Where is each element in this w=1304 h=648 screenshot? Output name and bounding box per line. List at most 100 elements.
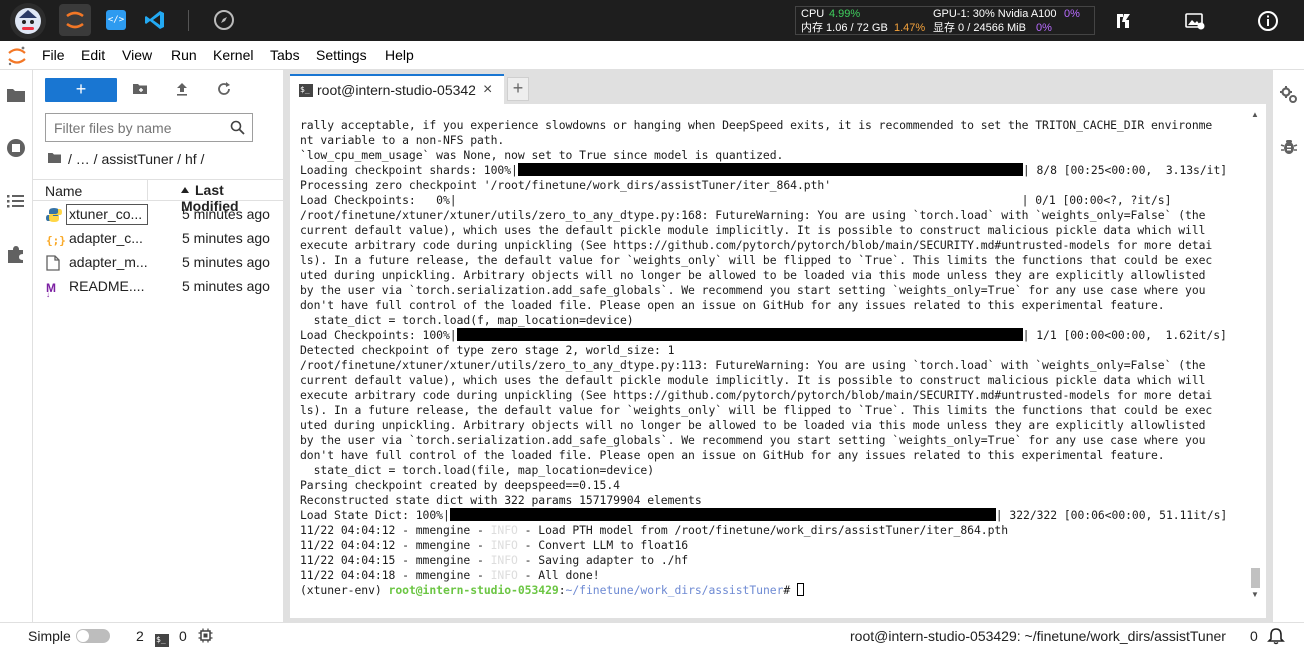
code-icon[interactable]: </> <box>106 10 126 30</box>
simple-mode-label: Simple <box>28 628 71 644</box>
progress-bar <box>449 508 996 521</box>
close-icon[interactable]: × <box>483 81 492 99</box>
terminal-line: ls). In a future release, the default va… <box>300 253 1213 267</box>
notification-count[interactable]: 0 <box>1250 628 1258 644</box>
gpu-label: GPU-1: 30% Nvidia A100 <box>933 8 1057 20</box>
menu-view[interactable]: View <box>122 47 152 63</box>
progress-bar <box>517 163 1023 176</box>
tab-terminal[interactable]: $_ root@intern-studio-05342 × <box>290 74 504 104</box>
avatar-logo[interactable] <box>10 3 46 39</box>
scrollbar-thumb[interactable] <box>1251 568 1260 588</box>
file-row[interactable]: xtuner_co... 5 minutes ago <box>33 203 284 227</box>
folder-icon[interactable] <box>6 86 26 106</box>
terminal-line: by the user via `torch.serialization.add… <box>300 283 1206 297</box>
terminal-line: ls). In a future release, the default va… <box>300 403 1213 417</box>
file-row[interactable]: M ↓ README.... 5 minutes ago <box>33 275 284 299</box>
image-settings-icon[interactable] <box>1184 10 1206 32</box>
terminal-line: `low_cpu_mem_usage` was None, now set to… <box>300 148 784 162</box>
terminal-line: - Saving adapter to ./hf <box>517 553 689 567</box>
file-modified: 5 minutes ago <box>182 230 270 246</box>
file-row[interactable]: adapter_m... 5 minutes ago <box>33 251 284 275</box>
simple-mode-toggle[interactable] <box>76 629 110 643</box>
prompt-user-host: root@intern-studio-053429 <box>388 583 559 597</box>
terminal-line: Load State Dict: 100%| <box>300 508 450 522</box>
log-level-info: INFO <box>490 553 518 567</box>
memory-value: 1.47% <box>894 22 926 34</box>
new-folder-icon[interactable] <box>132 81 148 97</box>
scroll-up-icon[interactable]: ▲ <box>1251 110 1259 119</box>
terminal-cursor[interactable] <box>797 583 805 596</box>
cpu-label: CPU <box>801 8 825 20</box>
bell-icon[interactable] <box>1267 627 1285 648</box>
terminal-line: Load Checkpoints: 100%| <box>300 328 457 342</box>
terminal-count[interactable]: 2 <box>136 628 144 644</box>
terminal-panel[interactable]: rally acceptable, if you experience slow… <box>290 104 1266 618</box>
filter-files-input-box[interactable] <box>45 113 253 142</box>
tab-label: root@intern-studio-05342 <box>317 82 476 98</box>
terminal-line: - Load PTH model from /root/finetune/wor… <box>517 523 1009 537</box>
compass-icon[interactable] <box>214 10 234 30</box>
terminal-line: - Convert LLM to float16 <box>517 538 689 552</box>
file-modified: 5 minutes ago <box>182 254 270 270</box>
table-of-contents-icon[interactable] <box>6 192 26 212</box>
add-tab-button[interactable]: + <box>507 77 529 101</box>
filter-files-input[interactable] <box>54 119 224 137</box>
running-sessions-icon[interactable] <box>6 138 26 158</box>
refresh-icon[interactable] <box>216 81 232 97</box>
memory-label: 内存 1.06 / 72 GB <box>801 22 888 34</box>
menu-tabs[interactable]: Tabs <box>270 47 300 63</box>
kernel-count[interactable]: 0 <box>179 628 187 644</box>
terminal-line: execute arbitrary code during unpickling… <box>300 388 1213 402</box>
terminal-line: Parsing checkpoint created by deepspeed=… <box>300 478 620 492</box>
menu-file[interactable]: File <box>42 47 65 63</box>
prompt-cwd: ~/finetune/work_dirs/assistTuner <box>565 583 784 597</box>
file-row[interactable]: {;} adapter_c... 5 minutes ago <box>33 227 284 251</box>
column-name[interactable]: Name <box>45 183 82 199</box>
terminal-line: | 322/322 [00:06<00:00, 51.11it/s] <box>995 508 1228 522</box>
terminal-line: 11/22 04:04:12 - mmengine - <box>300 523 491 537</box>
info-icon[interactable] <box>1257 10 1279 32</box>
file-name-input[interactable]: xtuner_co... <box>66 204 148 225</box>
debugger-bug-icon[interactable] <box>1279 137 1299 157</box>
scroll-down-icon[interactable]: ▼ <box>1251 590 1259 599</box>
terminal-line: | 8/8 [00:25<00:00, 3.13s/it] <box>1022 163 1228 177</box>
terminal-line: | 1/1 [00:00<00:00, 1.62it/s] <box>1022 328 1227 342</box>
sort-arrow-icon <box>181 187 189 193</box>
breadcrumb-path[interactable]: / … / assistTuner / hf / <box>68 151 204 167</box>
log-level-info: INFO <box>490 538 518 552</box>
file-modified: 5 minutes ago <box>182 278 270 294</box>
menu-settings[interactable]: Settings <box>316 47 367 63</box>
column-divider[interactable] <box>147 180 148 201</box>
menu-run[interactable]: Run <box>171 47 197 63</box>
terminal-line: don't have full control of the loaded fi… <box>300 298 1165 312</box>
left-activity-bar <box>0 70 33 622</box>
prompt-separator: : <box>558 583 566 597</box>
cpu-value: 4.99% <box>829 8 861 20</box>
breadcrumb-folder-icon[interactable] <box>47 151 62 167</box>
extension-puzzle-icon[interactable] <box>6 244 26 264</box>
tab-bar: $_ root@intern-studio-05342 × + <box>290 74 1266 104</box>
jupyter-icon[interactable] <box>59 4 91 36</box>
toolbar-divider <box>188 10 189 31</box>
status-bar: Simple 2 $_ 0 root@intern-studio-053429:… <box>0 622 1304 647</box>
upload-icon[interactable] <box>174 81 190 97</box>
terminal-line: 11/22 04:04:12 - mmengine - <box>300 538 491 552</box>
new-launcher-button[interactable]: + <box>45 78 117 102</box>
file-name: README.... <box>69 278 145 294</box>
menu-help[interactable]: Help <box>385 47 414 63</box>
terminal-icon: $_ <box>299 84 313 97</box>
transfer-icon[interactable] <box>1112 10 1134 32</box>
menu-kernel[interactable]: Kernel <box>213 47 253 63</box>
prompt-symbol: # <box>783 583 798 597</box>
resource-monitor: CPU 4.99% 内存 1.06 / 72 GB 1.47% GPU-1: 3… <box>795 6 1095 35</box>
menu-edit[interactable]: Edit <box>81 47 105 63</box>
terminal-output[interactable]: rally acceptable, if you experience slow… <box>300 118 1240 598</box>
property-inspector-icon[interactable] <box>1279 85 1299 105</box>
terminal-line: state_dict = torch.load(file, map_locati… <box>300 463 655 477</box>
vscode-icon[interactable] <box>142 7 168 33</box>
terminal-line: Reconstructed state dict with 322 params… <box>300 493 702 507</box>
right-sidebar <box>1272 70 1304 622</box>
file-name: adapter_m... <box>69 254 148 270</box>
terminal-scrollbar[interactable]: ▲ ▼ <box>1248 104 1262 618</box>
terminal-line: current default value), which uses the d… <box>300 223 1206 237</box>
